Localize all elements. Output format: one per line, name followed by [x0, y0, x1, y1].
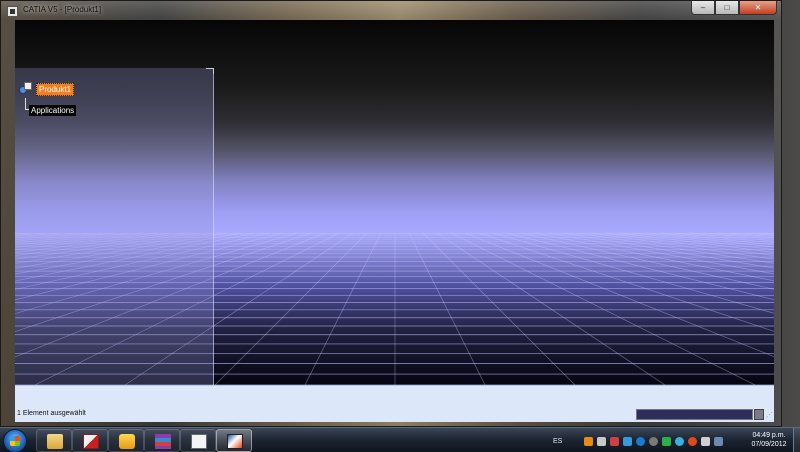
maximize-button[interactable]: □ — [715, 1, 739, 15]
grid-line-radial — [450, 232, 756, 385]
tree-node-applications[interactable]: Applications — [29, 105, 77, 116]
antivirus-icon[interactable] — [623, 436, 633, 446]
grid-line-radial — [492, 232, 774, 314]
window-title: CATIA V5 - [Produkt1] — [23, 5, 102, 14]
catia-icon — [227, 434, 243, 449]
minimize-button[interactable]: – — [691, 1, 715, 15]
grid-line-radial — [646, 232, 774, 248]
window-controls: – □ ✕ — [691, 1, 777, 17]
monitor-icon[interactable] — [714, 436, 724, 446]
status-message: 1 Element ausgewählt — [17, 410, 86, 417]
grid-line-radial — [590, 232, 774, 260]
grid-line-radial — [548, 232, 774, 275]
taskbar-app-archive[interactable] — [144, 429, 180, 452]
command-button[interactable] — [754, 409, 764, 420]
system-tray: ES — [553, 434, 727, 448]
flag-icon[interactable] — [610, 436, 620, 446]
notepad-icon — [191, 434, 207, 449]
update-icon[interactable] — [649, 436, 659, 446]
speaker-icon[interactable] — [701, 436, 711, 446]
taskbar: ES 04:49 p.m. 07/09/2012 — [0, 427, 800, 452]
taskbar-app-notepad[interactable] — [180, 429, 216, 452]
taskbar-app-pdf-reader[interactable] — [72, 429, 108, 452]
grid-line-radial — [562, 232, 774, 269]
flash-icon[interactable] — [584, 436, 594, 446]
clock[interactable]: 04:49 p.m. 07/09/2012 — [744, 431, 794, 449]
3d-viewport[interactable]: Produkt1 Applications — [15, 20, 774, 385]
grid-line-radial — [304, 232, 382, 385]
folder-icon — [47, 434, 63, 449]
search-icon[interactable] — [636, 436, 646, 446]
title-bar[interactable]: CATIA V5 - [Produkt1] – □ ✕ — [1, 1, 783, 21]
alert-icon[interactable] — [688, 436, 698, 446]
taskbar-app-catia[interactable] — [216, 429, 252, 452]
grid-line-radial — [758, 232, 774, 235]
grid-line-radial — [660, 232, 774, 246]
grid-line-radial — [422, 232, 576, 385]
show-desktop-button[interactable] — [793, 428, 800, 452]
sync-icon[interactable] — [675, 436, 685, 446]
grid-line-radial — [464, 232, 774, 357]
close-button[interactable]: ✕ — [739, 1, 777, 15]
taskbar-app-explorer[interactable] — [36, 429, 72, 452]
tree-node-produkt1[interactable]: Produkt1 — [19, 82, 75, 96]
grid-line-radial — [436, 232, 666, 385]
pdf-icon — [83, 434, 99, 449]
resize-grip-icon[interactable]: ⋰ — [766, 411, 773, 420]
product-icon — [19, 82, 33, 96]
tree-corner-marker — [206, 68, 214, 74]
clock-time: 04:49 p.m. — [752, 432, 786, 439]
envelope-icon — [119, 434, 135, 449]
archive-icon — [155, 434, 171, 449]
network-icon[interactable] — [662, 436, 672, 446]
grid-line-radial — [408, 232, 486, 385]
taskbar-app-mail[interactable] — [108, 429, 144, 452]
grid-line-radial — [214, 232, 368, 385]
status-bar: 1 Element ausgewählt ⋰ — [15, 385, 774, 422]
grid-line-radial — [702, 232, 774, 240]
tree-node-label[interactable]: Produkt1 — [36, 82, 75, 96]
power-input-field[interactable] — [636, 409, 753, 420]
language-indicator[interactable]: ES — [553, 438, 562, 445]
start-button[interactable] — [3, 429, 27, 452]
desktop: CATIA V5 - [Produkt1] – □ ✕ Produkt1 App… — [0, 0, 800, 452]
print-icon[interactable] — [597, 436, 607, 446]
clock-date: 07/09/2012 — [751, 441, 787, 448]
grid-line-radial — [478, 232, 774, 332]
catia-app-icon[interactable] — [7, 6, 18, 17]
